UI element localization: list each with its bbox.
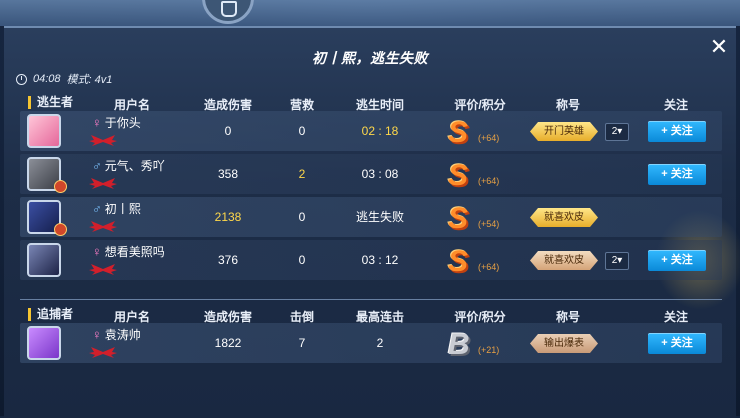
gender-icon: ♀: [92, 115, 102, 130]
player-name: ♂ 初丨熙: [92, 200, 141, 217]
score-value: (+21): [478, 345, 500, 355]
wings-icon: [89, 135, 117, 146]
grade-icon: S: [448, 116, 469, 149]
survivor-row: ♀ 于你头 0 0 02 : 18 S (+64) 开门英雄 2▾ + 关注: [20, 111, 722, 151]
wings-icon: [89, 264, 117, 275]
score-value: (+64): [478, 133, 500, 143]
rank-dropdown[interactable]: 2▾: [605, 252, 629, 270]
hunter-row: ♀ 袁涛帅 1822 7 2 B (+21) 输出爆表 + 关注: [20, 323, 722, 363]
follow-button[interactable]: + 关注: [648, 250, 706, 271]
avatar[interactable]: [27, 326, 61, 360]
player-name-text: 于你头: [104, 116, 141, 130]
escape-time-value: 03 : 08: [361, 167, 399, 181]
score-value: (+64): [478, 176, 500, 186]
gender-icon: ♂: [92, 201, 102, 216]
rescue-value: 2: [298, 167, 306, 181]
grade-icon: S: [448, 202, 469, 235]
follow-button[interactable]: + 关注: [648, 121, 706, 142]
gender-icon: ♂: [92, 158, 102, 173]
rank-dropdown[interactable]: 2▾: [605, 123, 629, 141]
chevron-down-icon: ▾: [617, 255, 623, 266]
title-badge: 输出爆表: [530, 334, 598, 353]
knockdowns-value: 7: [298, 336, 306, 350]
match-mode: 模式: 4v1: [66, 74, 113, 86]
survivor-header: 逃生者 用户名 造成伤害 营救 逃生时间 评价/积分 称号 关注: [20, 93, 722, 113]
escape-time-value: 逃生失败: [355, 210, 405, 224]
result-title: 初丨熙，逃生失败: [0, 48, 740, 68]
level-badge-icon: [54, 180, 67, 193]
damage-value: 358: [217, 167, 239, 181]
survivor-row: ♀ 想看美照吗 376 0 03 : 12 S (+64) 就喜欢皮 2▾ + 关注: [20, 240, 722, 280]
title-text: 初丨熙，逃生失败: [312, 50, 428, 66]
grade-icon: S: [448, 245, 469, 278]
survivor-row: ♂ 初丨熙 2138 0 逃生失败 S (+54) 就喜欢皮: [20, 197, 722, 237]
escape-time-value: 02 : 18: [361, 124, 399, 138]
avatar[interactable]: [27, 114, 61, 148]
rescue-value: 0: [298, 253, 306, 267]
level-badge-icon: [54, 223, 67, 236]
player-name: ♀ 于你头: [92, 114, 141, 131]
player-name: ♂ 元气、秀吖: [92, 157, 165, 174]
hunter-role-label: 追捕者: [28, 308, 73, 321]
survivor-role-label: 逃生者: [28, 96, 73, 109]
top-bar: [0, 0, 740, 26]
title-badge: 开门英雄: [530, 122, 598, 141]
section-divider: [20, 299, 722, 300]
score-value: (+64): [478, 262, 500, 272]
max-combo-value: 2: [376, 336, 384, 350]
title-badge: 就喜欢皮: [530, 208, 598, 227]
score-value: (+54): [478, 219, 500, 229]
clock-icon: [16, 73, 27, 85]
follow-button[interactable]: + 关注: [648, 164, 706, 185]
wings-icon: [89, 221, 117, 232]
escape-time-value: 03 : 12: [361, 253, 399, 267]
player-name-text: 初丨熙: [104, 202, 141, 216]
damage-value: 2138: [214, 210, 242, 224]
survivor-row: ♂ 元气、秀吖 358 2 03 : 08 S (+64) + 关注: [20, 154, 722, 194]
gender-icon: ♀: [92, 327, 102, 342]
hunter-header: 追捕者 用户名 造成伤害 击倒 最高连击 评价/积分 称号 关注: [20, 305, 722, 325]
player-name-text: 想看美照吗: [104, 245, 165, 259]
match-time: 04:08: [33, 73, 61, 85]
player-name: ♀ 袁涛帅: [92, 326, 141, 343]
rescue-value: 0: [298, 124, 306, 138]
damage-value: 1822: [214, 336, 242, 350]
grade-icon: S: [448, 159, 469, 192]
gender-icon: ♀: [92, 244, 102, 259]
player-name: ♀ 想看美照吗: [92, 243, 165, 260]
wings-icon: [89, 347, 117, 358]
title-badge: 就喜欢皮: [530, 251, 598, 270]
rescue-value: 0: [298, 210, 306, 224]
follow-button[interactable]: + 关注: [648, 333, 706, 354]
chevron-down-icon: ▾: [617, 126, 623, 137]
player-name-text: 元气、秀吖: [104, 159, 165, 173]
damage-value: 0: [224, 124, 232, 138]
match-meta: 04:08 模式: 4v1: [16, 71, 112, 87]
grade-icon: B: [448, 328, 470, 361]
damage-value: 376: [217, 253, 239, 267]
wings-icon: [89, 178, 117, 189]
avatar[interactable]: [27, 243, 61, 277]
player-name-text: 袁涛帅: [104, 328, 141, 342]
